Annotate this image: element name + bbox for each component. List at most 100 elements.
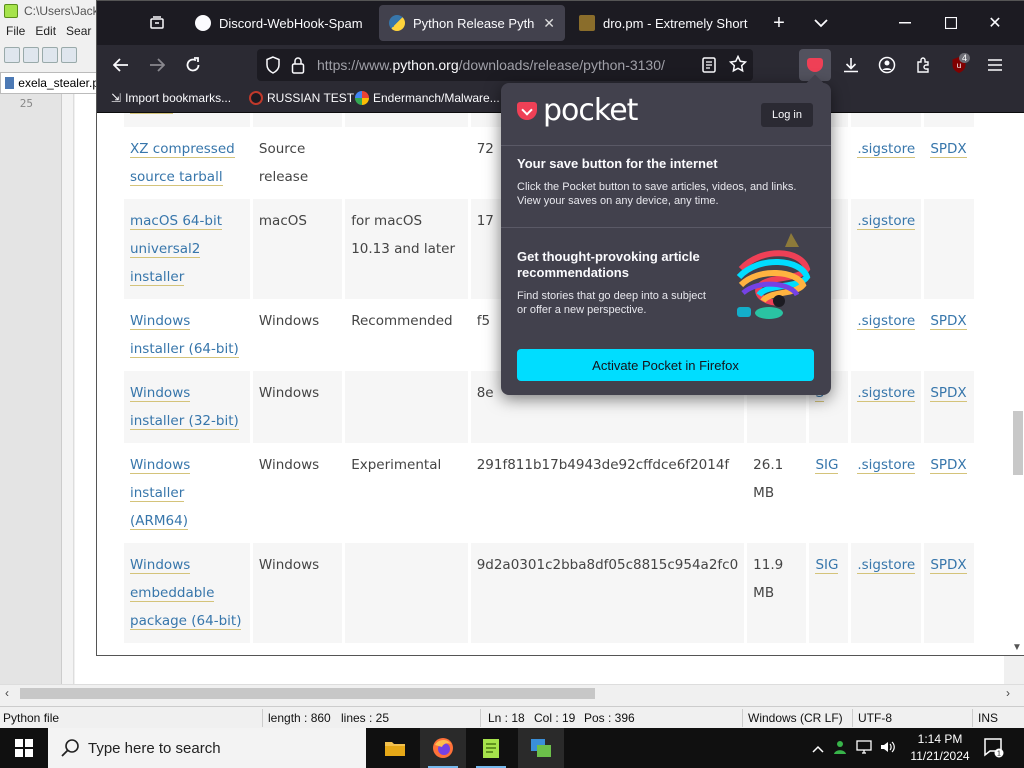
show-hidden-icons-icon[interactable] bbox=[812, 741, 824, 756]
spdx-link[interactable]: SPDX bbox=[930, 313, 967, 330]
status-divider bbox=[262, 709, 263, 727]
pocket-login-button[interactable]: Log in bbox=[761, 103, 813, 127]
table-cell: 10.4 MB bbox=[747, 643, 807, 655]
url-prefix: https://www. bbox=[317, 57, 393, 73]
close-tab-icon[interactable]: ✕ bbox=[543, 15, 555, 32]
spdx-link[interactable]: SPDX bbox=[930, 557, 967, 574]
tracking-protection-icon[interactable] bbox=[265, 56, 281, 79]
file-link[interactable]: XZ compressed source tarball bbox=[130, 141, 235, 186]
status-divider bbox=[852, 709, 853, 727]
network-people-icon[interactable] bbox=[832, 739, 848, 758]
import-icon: ⇲ bbox=[111, 91, 122, 105]
account-icon[interactable] bbox=[873, 51, 901, 79]
file-link[interactable]: Windows installer (64-bit) bbox=[130, 313, 239, 358]
forward-icon[interactable] bbox=[143, 51, 171, 79]
sigstore-link[interactable]: .sigstore bbox=[857, 213, 916, 230]
maximize-icon[interactable] bbox=[939, 11, 963, 35]
table-cell: 65fbed4b562d77ae5e3b4fc9395bffda bbox=[470, 643, 745, 655]
clock[interactable]: 1:14 PM 11/21/2024 bbox=[900, 731, 980, 765]
npp-titlebar: C:\Users\Jack bbox=[0, 0, 100, 22]
status-encoding: UTF-8 bbox=[858, 711, 892, 725]
table-cell bbox=[345, 371, 468, 443]
url-text[interactable]: https://www.python.org/downloads/release… bbox=[317, 57, 665, 73]
open-file-icon[interactable] bbox=[23, 47, 39, 63]
list-tabs-icon[interactable] bbox=[809, 11, 833, 35]
spdx-link[interactable]: SPDX bbox=[930, 457, 967, 474]
tab-dro-pm[interactable]: dro.pm - Extremely Short bbox=[569, 5, 759, 41]
taskbar-firefox[interactable] bbox=[420, 728, 466, 768]
reload-icon[interactable] bbox=[179, 51, 207, 79]
table-cell: Windows bbox=[252, 543, 343, 643]
scroll-right-icon[interactable]: › bbox=[1006, 686, 1010, 700]
tab-title: dro.pm - Extremely Short bbox=[603, 15, 748, 31]
menu-hamburger-icon[interactable] bbox=[981, 51, 1009, 79]
sigstore-link[interactable]: .sigstore bbox=[857, 313, 916, 330]
save-icon[interactable] bbox=[42, 47, 58, 63]
minimize-icon[interactable] bbox=[893, 11, 917, 35]
sigstore-link[interactable]: .sigstore bbox=[857, 141, 916, 158]
npp-file-tab[interactable]: exela_stealer.p bbox=[0, 72, 100, 94]
network-icon[interactable] bbox=[856, 739, 872, 757]
extensions-icon[interactable] bbox=[909, 51, 937, 79]
md5-cell: 9d2a0301c2bba8df05c8815c954a2fc0 bbox=[476, 557, 739, 573]
bookmark-star-icon[interactable] bbox=[728, 54, 748, 78]
status-lines: lines : 25 bbox=[341, 711, 390, 725]
activate-pocket-button[interactable]: Activate Pocket in Firefox bbox=[517, 349, 814, 381]
pocket-heading-recs: Get thought-provoking article recommenda… bbox=[517, 249, 700, 280]
scrollbar-thumb[interactable] bbox=[1013, 411, 1023, 475]
bookmark-endermanch[interactable]: Endermanch/Malware... bbox=[355, 91, 500, 105]
save-all-icon[interactable] bbox=[61, 47, 77, 63]
npp-menu-search[interactable]: Sear bbox=[66, 24, 91, 42]
scrollbar-thumb[interactable] bbox=[20, 688, 595, 699]
reader-view-icon[interactable] bbox=[701, 56, 717, 79]
os-cell: Windows bbox=[258, 385, 320, 401]
page-vertical-scrollbar[interactable]: ▼ bbox=[1009, 113, 1024, 655]
downloads-icon[interactable] bbox=[837, 51, 865, 79]
sigstore-link[interactable]: .sigstore bbox=[857, 557, 916, 574]
sigstore-link[interactable]: .sigstore bbox=[857, 457, 916, 474]
spdx-link[interactable]: SPDX bbox=[930, 141, 967, 158]
table-cell: macOS 64-bit universal2 installer bbox=[124, 199, 250, 299]
tab-python-release[interactable]: Python Release Python 3. ✕ bbox=[379, 5, 565, 41]
npp-menu-file[interactable]: File bbox=[6, 24, 25, 42]
close-window-icon[interactable]: ✕ bbox=[983, 11, 1007, 35]
taskbar-file-explorer[interactable] bbox=[372, 728, 418, 768]
back-icon[interactable] bbox=[107, 51, 135, 79]
taskbar-search[interactable]: Type here to search bbox=[48, 728, 366, 768]
file-link[interactable]: tarball bbox=[130, 113, 174, 114]
tab-discord-webhook[interactable]: Discord-WebHook-Spam bbox=[185, 5, 375, 41]
bookmark-import[interactable]: ⇲ Import bookmarks... bbox=[111, 91, 231, 105]
npp-horizontal-scrollbar[interactable]: ‹ › bbox=[0, 684, 1024, 702]
sigstore-link[interactable]: .sigstore bbox=[857, 385, 916, 402]
npp-vertical-scrollbar[interactable] bbox=[1004, 655, 1024, 685]
table-cell: macOS bbox=[252, 199, 343, 299]
new-tab-icon[interactable]: + bbox=[767, 11, 791, 35]
status-divider bbox=[480, 709, 481, 727]
table-cell: 11.9 MB bbox=[747, 543, 807, 643]
scroll-left-icon[interactable]: ‹ bbox=[5, 686, 9, 700]
sig-link[interactable]: SIG bbox=[815, 457, 839, 474]
pocket-heading-save: Your save button for the internet bbox=[517, 156, 718, 171]
file-link[interactable]: macOS 64-bit universal2 installer bbox=[130, 213, 222, 286]
npp-menu-edit[interactable]: Edit bbox=[35, 24, 56, 42]
spdx-link[interactable]: SPDX bbox=[930, 385, 967, 402]
start-button[interactable] bbox=[0, 728, 48, 768]
taskbar-notepadpp[interactable] bbox=[468, 728, 514, 768]
lock-icon[interactable] bbox=[291, 56, 305, 79]
description-cell: for macOS 10.13 and later bbox=[351, 213, 456, 257]
url-bar[interactable]: https://www.python.org/downloads/release… bbox=[257, 49, 753, 81]
npp-menubar: File Edit Sear bbox=[0, 24, 100, 42]
volume-icon[interactable] bbox=[880, 740, 896, 757]
new-file-icon[interactable] bbox=[4, 47, 20, 63]
notifications-icon[interactable]: 1 bbox=[982, 736, 1004, 758]
file-link[interactable]: Windows installer (32-bit) bbox=[130, 385, 239, 430]
bookmark-russian-test[interactable]: RUSSIAN TEST bbox=[249, 91, 354, 105]
firefox-view-icon[interactable] bbox=[145, 13, 169, 33]
file-link[interactable]: Windows embeddable package (64-bit) bbox=[130, 557, 242, 630]
npp-statusbar: Python file length : 860 lines : 25 Ln :… bbox=[0, 706, 1024, 728]
sig-link[interactable]: SIG bbox=[815, 557, 839, 574]
scroll-down-icon[interactable]: ▼ bbox=[1012, 642, 1022, 653]
table-cell: 9d2a0301c2bba8df05c8815c954a2fc0 bbox=[470, 543, 745, 643]
taskbar-app-installer[interactable] bbox=[518, 728, 564, 768]
file-link[interactable]: Windows installer (ARM64) bbox=[130, 457, 191, 530]
